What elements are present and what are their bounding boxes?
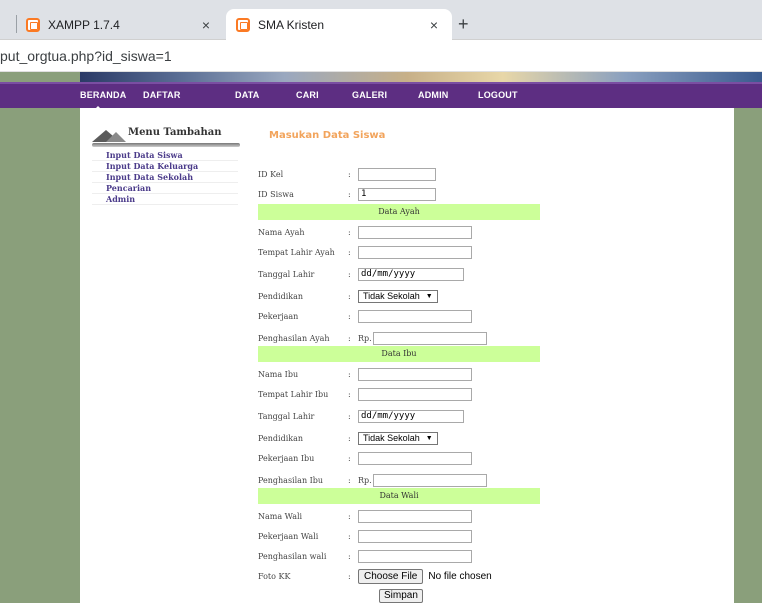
sidebar-header: Menu Tambahan — [92, 126, 240, 147]
tab-title: XAMPP 1.7.4 — [48, 17, 120, 32]
xampp-favicon-icon — [236, 17, 250, 32]
row-pekerjaan-ayah: Pekerjaan : — [258, 308, 472, 324]
row-tanggal-lahir-ayah: Tanggal Lahir : dd/mm/yyyy — [258, 266, 464, 282]
nama-ibu-input[interactable] — [358, 367, 472, 381]
sidebar-menu: Input Data Siswa Input Data Keluarga Inp… — [92, 150, 238, 205]
close-tab-icon[interactable]: × — [202, 17, 210, 33]
tempat-lahir-ayah-input[interactable] — [358, 245, 472, 259]
close-tab-icon[interactable]: × — [430, 17, 438, 33]
url-text: put_orgtua.php?id_siswa=1 — [0, 48, 172, 64]
row-id-kel: ID Kel : — [258, 166, 436, 182]
tab-sma-kristen[interactable]: SMA Kristen × — [226, 9, 452, 40]
row-tempat-lahir-ibu: Tempat Lahir Ibu : — [258, 386, 472, 402]
row-penghasilan-ayah: Penghasilan Ayah : Rp. — [258, 330, 487, 346]
dropdown-arrow-icon: ▼ — [425, 292, 433, 300]
pekerjaan-ibu-input[interactable] — [358, 451, 472, 465]
row-penghasilan-wali: Penghasilan wali : — [258, 548, 472, 564]
sidebar-item-input-data-keluarga[interactable]: Input Data Keluarga — [92, 161, 238, 172]
file-status-text: No file chosen — [428, 570, 492, 582]
nav-galeri[interactable]: GALERI — [352, 90, 387, 100]
sidebar-divider — [92, 143, 240, 147]
sidebar-title: Menu Tambahan — [128, 127, 222, 138]
main-navbar: BERANDA DAFTAR DATA CARI GALERI ADMIN LO… — [0, 82, 762, 110]
nav-beranda[interactable]: BERANDA — [80, 90, 126, 110]
section-data-wali: Data Wali — [258, 488, 540, 504]
nav-cari[interactable]: CARI — [296, 90, 319, 100]
browser-tab-bar: XAMPP 1.7.4 × SMA Kristen × + — [0, 0, 762, 40]
nama-ayah-input[interactable] — [358, 225, 472, 239]
row-pekerjaan-ibu: Pekerjaan Ibu : — [258, 450, 472, 466]
pekerjaan-ayah-input[interactable] — [358, 309, 472, 323]
penghasilan-ayah-input[interactable] — [372, 331, 487, 345]
pendidikan-ibu-select[interactable]: Tidak Sekolah ▼ — [358, 431, 438, 445]
tanggal-lahir-ayah-input[interactable]: dd/mm/yyyy — [358, 267, 464, 281]
tab-xampp[interactable]: XAMPP 1.7.4 × — [8, 9, 224, 40]
nama-wali-input[interactable] — [358, 509, 472, 523]
xampp-favicon-icon — [26, 17, 40, 32]
row-tanggal-lahir-ibu: Tanggal Lahir : dd/mm/yyyy — [258, 408, 464, 424]
choose-file-button[interactable]: Choose File — [358, 568, 424, 584]
nav-admin[interactable]: ADMIN — [418, 90, 449, 100]
row-nama-wali: Nama Wali : — [258, 508, 472, 524]
section-data-ayah: Data Ayah — [258, 204, 540, 220]
row-pendidikan-ayah: Pendidikan : Tidak Sekolah ▼ — [258, 288, 438, 304]
id-kel-label: ID Kel — [258, 169, 284, 179]
id-siswa-input[interactable]: 1 — [358, 187, 436, 201]
penghasilan-wali-input[interactable] — [358, 549, 472, 563]
address-bar[interactable]: put_orgtua.php?id_siswa=1 — [0, 40, 762, 72]
simpan-button[interactable]: Simpan — [379, 589, 423, 603]
header-banner-image — [80, 72, 762, 82]
row-foto-kk: Foto KK : Choose File No file chosen — [258, 568, 492, 584]
rp-prefix: Rp. — [358, 475, 372, 485]
sidebar-item-admin[interactable]: Admin — [92, 194, 238, 205]
pekerjaan-wali-input[interactable] — [358, 529, 472, 543]
mountain-icon — [106, 132, 126, 142]
row-nama-ibu: Nama Ibu : — [258, 366, 472, 382]
sidebar-item-pencarian[interactable]: Pencarian — [92, 183, 238, 194]
row-tempat-lahir-ayah: Tempat Lahir Ayah : — [258, 244, 472, 260]
rp-prefix: Rp. — [358, 333, 372, 343]
nav-daftar[interactable]: DAFTAR — [143, 90, 181, 100]
tab-separator — [16, 15, 17, 33]
row-pendidikan-ibu: Pendidikan : Tidak Sekolah ▼ — [258, 430, 438, 446]
pendidikan-ayah-select[interactable]: Tidak Sekolah ▼ — [358, 289, 438, 303]
row-nama-ayah: Nama Ayah : — [258, 224, 472, 240]
tempat-lahir-ibu-input[interactable] — [358, 387, 472, 401]
tanggal-lahir-ibu-input[interactable]: dd/mm/yyyy — [358, 409, 464, 423]
section-data-ibu: Data Ibu — [258, 346, 540, 362]
dropdown-arrow-icon: ▼ — [425, 434, 433, 442]
id-kel-input[interactable] — [358, 167, 436, 181]
id-siswa-label: ID Siswa — [258, 189, 294, 199]
nav-data[interactable]: DATA — [235, 90, 259, 100]
form-title: Masukan Data Siswa — [269, 130, 386, 141]
new-tab-icon[interactable]: + — [458, 14, 469, 35]
sidebar-item-input-data-sekolah[interactable]: Input Data Sekolah — [92, 172, 238, 183]
row-penghasilan-ibu: Penghasilan Ibu : Rp. — [258, 472, 487, 488]
content-area: Menu Tambahan Input Data Siswa Input Dat… — [80, 108, 734, 603]
nav-logout[interactable]: LOGOUT — [478, 90, 518, 100]
penghasilan-ibu-input[interactable] — [372, 473, 487, 487]
tab-title: SMA Kristen — [258, 17, 325, 32]
row-pekerjaan-wali: Pekerjaan Wali : — [258, 528, 472, 544]
sidebar-item-input-data-siswa[interactable]: Input Data Siswa — [92, 150, 238, 161]
row-id-siswa: ID Siswa : 1 — [258, 186, 436, 202]
page-viewport: BERANDA DAFTAR DATA CARI GALERI ADMIN LO… — [0, 72, 762, 603]
